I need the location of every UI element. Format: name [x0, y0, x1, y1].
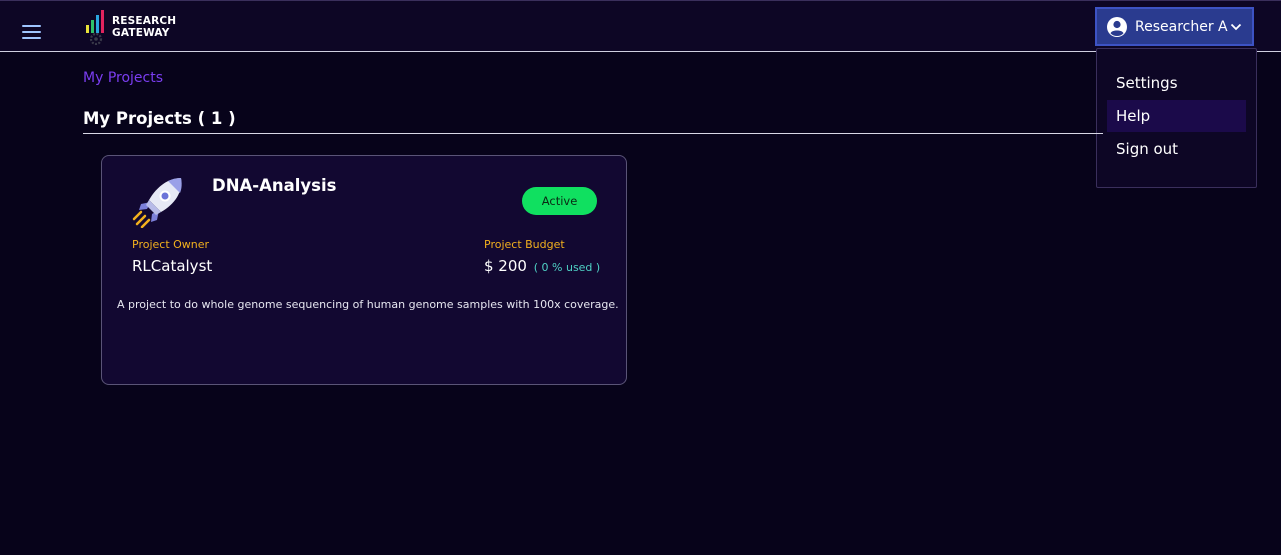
user-name: Researcher A [1135, 18, 1228, 35]
user-dropdown-menu: Settings Help Sign out [1096, 48, 1257, 188]
title-divider [83, 133, 1103, 134]
menu-item-settings[interactable]: Settings [1107, 67, 1246, 99]
hamburger-menu-icon[interactable] [22, 25, 44, 41]
research-gateway-logo[interactable]: RESEARCH GATEWAY [84, 9, 176, 45]
project-card[interactable]: DNA-Analysis Active Project Owner RLCata… [101, 155, 627, 385]
user-avatar-icon [1107, 16, 1127, 37]
budget-amount: $ 200 [484, 257, 527, 275]
logo-text: RESEARCH GATEWAY [112, 15, 177, 39]
project-owner-value: RLCatalyst [132, 257, 213, 275]
top-header: RESEARCH GATEWAY Researcher A [0, 0, 1281, 52]
project-owner-label: Project Owner [132, 238, 210, 251]
project-budget-label: Project Budget [484, 238, 565, 251]
status-badge: Active [522, 187, 597, 215]
chevron-down-icon [1230, 23, 1242, 31]
logo-bars-icon [86, 10, 104, 45]
menu-item-sign-out[interactable]: Sign out [1107, 133, 1246, 165]
project-name[interactable]: DNA-Analysis [212, 176, 336, 195]
user-menu-button[interactable]: Researcher A [1095, 7, 1254, 46]
budget-used-percent: ( 0 % used ) [533, 261, 601, 274]
breadcrumb-my-projects[interactable]: My Projects [83, 70, 163, 86]
rocket-icon [132, 178, 182, 228]
project-budget-value: $ 200 ( 0 % used ) [484, 257, 600, 275]
project-description: A project to do whole genome sequencing … [117, 298, 619, 311]
page-title: My Projects ( 1 ) [83, 109, 236, 128]
menu-item-help[interactable]: Help [1107, 100, 1246, 132]
